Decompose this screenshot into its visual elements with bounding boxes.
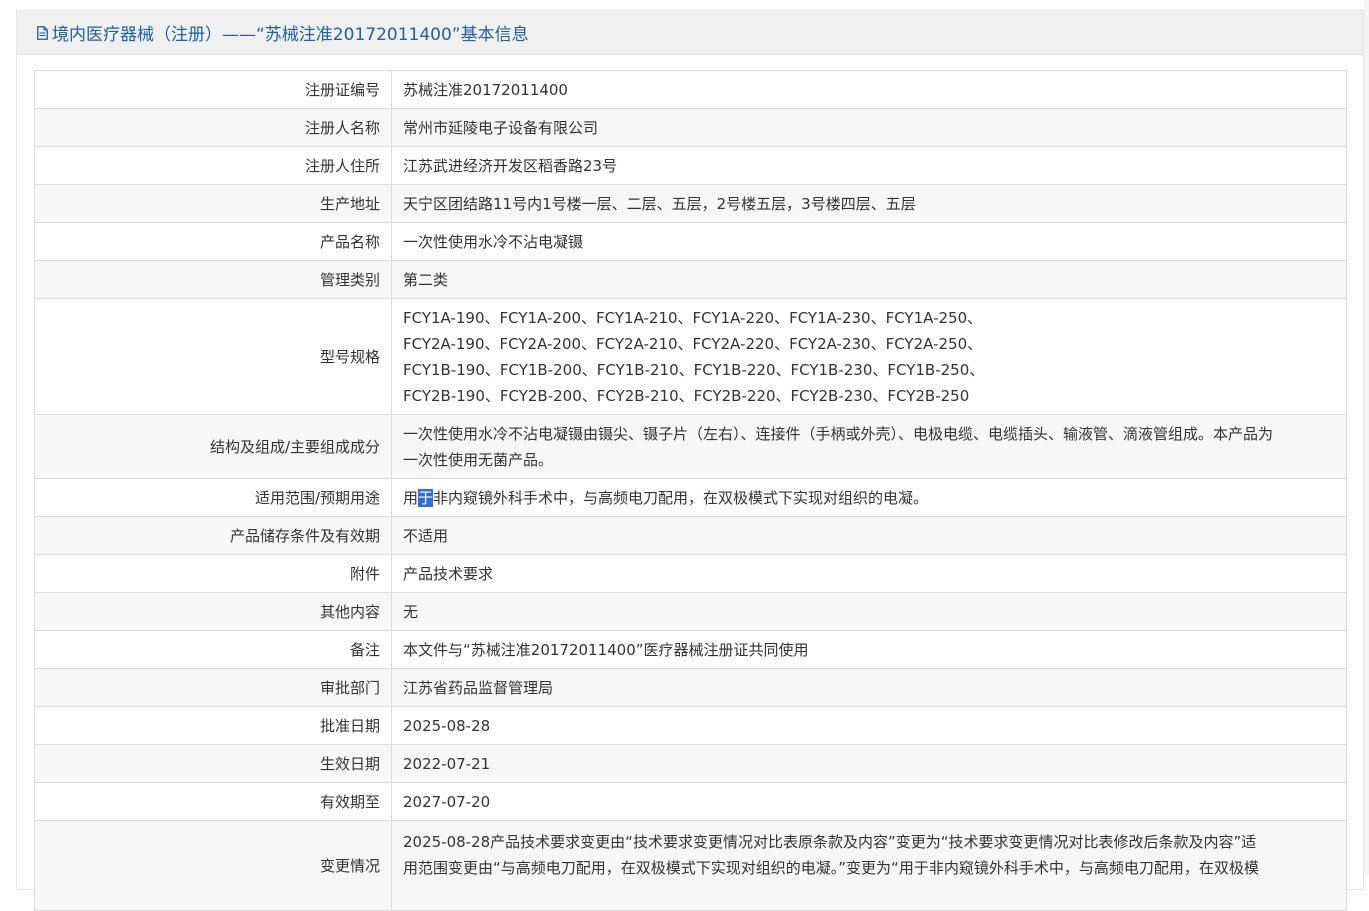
spec-line: FCY1A-190、FCY1A-200、FCY1A-210、FCY1A-220、… bbox=[403, 308, 983, 327]
row-label: 注册人住所 bbox=[34, 146, 392, 185]
row-value: 一次性使用水冷不沾电凝镊 bbox=[391, 222, 1347, 261]
row-value: 产品技术要求 bbox=[391, 554, 1347, 593]
row-value: 第二类 bbox=[391, 260, 1347, 299]
row-label: 管理类别 bbox=[34, 260, 392, 299]
row-label: 变更情况 bbox=[34, 820, 392, 911]
selected-text[interactable]: 于 bbox=[418, 488, 434, 507]
table-row: 其他内容 无 bbox=[34, 592, 1347, 631]
row-label: 结构及组成/主要组成成分 bbox=[34, 414, 392, 479]
row-value: FCY1A-190、FCY1A-200、FCY1A-210、FCY1A-220、… bbox=[391, 298, 1347, 415]
table-row: 生产地址 天宁区团结路11号内1号楼一层、二层、五层，2号楼五层，3号楼四层、五… bbox=[34, 184, 1347, 223]
row-value: 一次性使用水冷不沾电凝镊由镊尖、镊子片（左右）、连接件（手柄或外壳）、电极电缆、… bbox=[391, 414, 1347, 479]
row-label: 审批部门 bbox=[34, 668, 392, 707]
row-label: 有效期至 bbox=[34, 782, 392, 821]
spec-line: FCY1B-190、FCY1B-200、FCY1B-210、FCY1B-220、… bbox=[403, 360, 985, 379]
table-row: 注册证编号 苏械注准20172011400 bbox=[34, 70, 1347, 109]
row-value: 不适用 bbox=[391, 516, 1347, 555]
table-row: 生效日期 2022-07-21 bbox=[34, 744, 1347, 783]
table-row: 型号规格 FCY1A-190、FCY1A-200、FCY1A-210、FCY1A… bbox=[34, 298, 1347, 415]
row-value[interactable]: 用于非内窥镜外科手术中，与高频电刀配用，在双极模式下实现对组织的电凝。 bbox=[391, 478, 1347, 517]
row-value: 2022-07-21 bbox=[391, 744, 1347, 783]
row-value: 苏械注准20172011400 bbox=[391, 70, 1347, 109]
row-value: 天宁区团结路11号内1号楼一层、二层、五层，2号楼五层，3号楼四层、五层 bbox=[391, 184, 1347, 223]
document-icon bbox=[37, 25, 48, 40]
table-row: 批准日期 2025-08-28 bbox=[34, 706, 1347, 745]
row-value: 常州市延陵电子设备有限公司 bbox=[391, 108, 1347, 147]
spec-line: FCY2B-190、FCY2B-200、FCY2B-210、FCY2B-220、… bbox=[403, 386, 970, 405]
info-table-wrapper: 注册证编号 苏械注准20172011400 注册人名称 常州市延陵电子设备有限公… bbox=[34, 70, 1347, 911]
row-value: 本文件与“苏械注准20172011400”医疗器械注册证共同使用 bbox=[391, 630, 1347, 669]
row-label: 生效日期 bbox=[34, 744, 392, 783]
table-row: 结构及组成/主要组成成分 一次性使用水冷不沾电凝镊由镊尖、镊子片（左右）、连接件… bbox=[34, 414, 1347, 479]
value-line: 一次性使用无菌产品。 bbox=[403, 450, 554, 469]
row-label: 附件 bbox=[34, 554, 392, 593]
spec-line: FCY2A-190、FCY2A-200、FCY2A-210、FCY2A-220、… bbox=[403, 334, 983, 353]
table-row: 附件 产品技术要求 bbox=[34, 554, 1347, 593]
table-row: 适用范围/预期用途 用于非内窥镜外科手术中，与高频电刀配用，在双极模式下实现对组… bbox=[34, 478, 1347, 517]
page-title: 境内医疗器械（注册）——“苏械注准20172011400”基本信息 bbox=[52, 25, 529, 45]
value-text-start: 用 bbox=[403, 488, 419, 507]
table-row: 管理类别 第二类 bbox=[34, 260, 1347, 299]
table-row: 变更情况 2025-08-28产品技术要求变更由“技术要求变更情况对比表原条款及… bbox=[34, 820, 1347, 911]
panel-header: 境内医疗器械（注册）——“苏械注准20172011400”基本信息 bbox=[17, 11, 1363, 55]
table-row: 审批部门 江苏省药品监督管理局 bbox=[34, 668, 1347, 707]
row-label: 注册证编号 bbox=[34, 70, 392, 109]
row-label: 其他内容 bbox=[34, 592, 392, 631]
page: 境内医疗器械（注册）——“苏械注准20172011400”基本信息 注册证编号 … bbox=[0, 0, 1369, 911]
table-row: 产品储存条件及有效期 不适用 bbox=[34, 516, 1347, 555]
value-text-rest: 非内窥镜外科手术中，与高频电刀配用，在双极模式下实现对组织的电凝。 bbox=[433, 488, 929, 507]
table-row: 注册人住所 江苏武进经济开发区稻香路23号 bbox=[34, 146, 1347, 185]
value-line: 2025-08-28产品技术要求变更由“技术要求变更情况对比表原条款及内容”变更… bbox=[403, 833, 1257, 851]
info-panel: 境内医疗器械（注册）——“苏械注准20172011400”基本信息 注册证编号 … bbox=[16, 10, 1364, 911]
row-value: 2025-08-28产品技术要求变更由“技术要求变更情况对比表原条款及内容”变更… bbox=[391, 820, 1347, 911]
row-label: 备注 bbox=[34, 630, 392, 669]
row-label: 型号规格 bbox=[34, 298, 392, 415]
table-row: 备注 本文件与“苏械注准20172011400”医疗器械注册证共同使用 bbox=[34, 630, 1347, 669]
row-label: 产品储存条件及有效期 bbox=[34, 516, 392, 555]
row-value: 2027-07-20 bbox=[391, 782, 1347, 821]
row-label: 产品名称 bbox=[34, 222, 392, 261]
row-value: 无 bbox=[391, 592, 1347, 631]
table-row: 注册人名称 常州市延陵电子设备有限公司 bbox=[34, 108, 1347, 147]
info-table: 注册证编号 苏械注准20172011400 注册人名称 常州市延陵电子设备有限公… bbox=[34, 70, 1347, 911]
table-row: 产品名称 一次性使用水冷不沾电凝镊 bbox=[34, 222, 1347, 261]
table-row: 有效期至 2027-07-20 bbox=[34, 782, 1347, 821]
row-value: 江苏省药品监督管理局 bbox=[391, 668, 1347, 707]
row-label: 批准日期 bbox=[34, 706, 392, 745]
value-line: 一次性使用水冷不沾电凝镊由镊尖、镊子片（左右）、连接件（手柄或外壳）、电极电缆、… bbox=[403, 424, 1274, 443]
scrollbar-track[interactable] bbox=[1364, 0, 1369, 875]
row-label: 注册人名称 bbox=[34, 108, 392, 147]
row-label: 适用范围/预期用途 bbox=[34, 478, 392, 517]
row-value: 江苏武进经济开发区稻香路23号 bbox=[391, 146, 1347, 185]
row-label: 生产地址 bbox=[34, 184, 392, 223]
row-value: 2025-08-28 bbox=[391, 706, 1347, 745]
value-line: 用范围变更由“与高频电刀配用，在双极模式下实现对组织的电凝。”变更为“用于非内窥… bbox=[403, 859, 1259, 877]
